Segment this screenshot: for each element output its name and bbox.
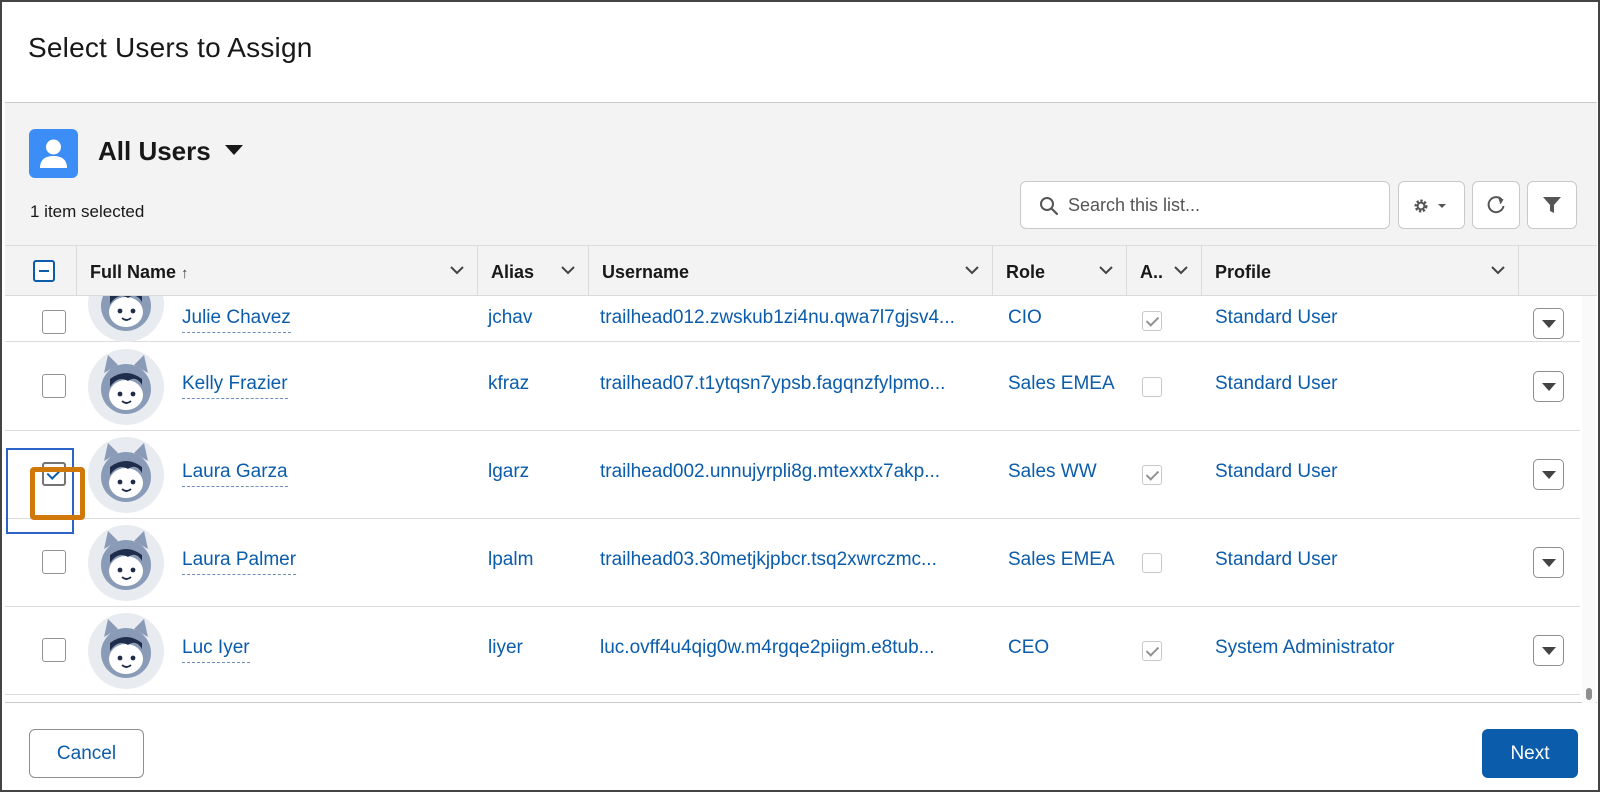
col-label-full-name: Full Name — [90, 262, 177, 282]
sort-ascending-icon: ↑ — [181, 265, 189, 282]
refresh-button[interactable] — [1472, 181, 1520, 229]
search-input[interactable] — [1068, 192, 1378, 218]
table-row[interactable]: Laura Garza lgarz trailhead002.unnujyrpl… — [5, 431, 1580, 519]
table-row[interactable]: Laura Palmer lpalm trailhead03.30metjkjp… — [5, 519, 1580, 607]
table-row[interactable]: Kelly Frazier kfraz trailhead07.t1ytqsn7… — [5, 343, 1580, 431]
col-label-alias: Alias — [491, 262, 535, 282]
user-username: luc.ovff4u4qig0w.m4rgqe2piigm.e8tub... — [600, 637, 935, 658]
cancel-button[interactable]: Cancel — [29, 729, 144, 778]
filter-icon — [1543, 197, 1561, 213]
checkbox-highlight-annotation — [30, 467, 85, 520]
active-checkbox — [1142, 311, 1162, 331]
col-header-username[interactable]: Username — [589, 246, 993, 296]
col-header-alias[interactable]: Alias — [478, 246, 589, 296]
list-view-caret-icon[interactable] — [225, 145, 243, 155]
user-profile: Standard User — [1215, 373, 1338, 394]
row-action-button[interactable] — [1533, 371, 1564, 402]
table-row[interactable]: Julie Chavez jchav trailhead012.zwskub1z… — [5, 296, 1580, 342]
refresh-icon — [1487, 196, 1505, 214]
select-users-modal: Select Users to Assign All Users 1 item … — [0, 0, 1600, 792]
column-header-row: Full Name ↑ Alias Username Role A.. Profi… — [5, 246, 1597, 296]
chevron-down-icon[interactable] — [449, 264, 465, 276]
user-role: Sales EMEA — [1008, 373, 1115, 394]
selected-count: 1 item selected — [30, 202, 145, 221]
user-profile: Standard User — [1215, 549, 1338, 570]
table-scrollbar[interactable] — [1582, 296, 1596, 703]
search-box[interactable] — [1020, 181, 1390, 229]
col-header-profile[interactable]: Profile — [1202, 246, 1519, 296]
select-all-checkbox[interactable] — [33, 260, 55, 282]
table-row[interactable]: Luc Iyer liyer luc.ovff4u4qig0w.m4rgqe2p… — [5, 607, 1580, 695]
user-username: trailhead002.unnujyrpli8g.mtexxtx7akp... — [600, 461, 941, 482]
avatar — [88, 296, 164, 342]
user-username: trailhead03.30metjkjpbcr.tsq2xwrczmc... — [600, 549, 937, 570]
avatar — [88, 613, 164, 689]
row-action-button[interactable] — [1533, 635, 1564, 666]
row-checkbox[interactable] — [42, 374, 66, 398]
list-view-name[interactable]: All Users — [98, 136, 211, 167]
user-name-link[interactable]: Kelly Frazier — [182, 373, 288, 399]
avatar — [88, 437, 164, 513]
chevron-down-icon[interactable] — [1173, 264, 1189, 276]
user-alias: liyer — [488, 637, 523, 658]
user-role: CEO — [1008, 637, 1050, 658]
col-header-role[interactable]: Role — [993, 246, 1127, 296]
active-checkbox — [1142, 553, 1162, 573]
list-settings-button[interactable] — [1398, 181, 1465, 229]
avatar — [88, 525, 164, 601]
user-profile: Standard User — [1215, 307, 1338, 328]
row-action-button[interactable] — [1533, 308, 1564, 339]
user-role: Sales WW — [1008, 461, 1097, 482]
col-label-role: Role — [1006, 262, 1046, 282]
user-alias: kfraz — [488, 373, 530, 394]
user-profile: System Administrator — [1215, 637, 1395, 658]
col-label-profile: Profile — [1215, 262, 1272, 282]
gear-icon — [1414, 199, 1446, 213]
user-name-link[interactable]: Laura Palmer — [182, 549, 297, 575]
col-header-active[interactable]: A.. — [1127, 246, 1202, 296]
user-alias: jchav — [488, 307, 533, 328]
select-all-header — [5, 246, 77, 296]
active-checkbox — [1142, 465, 1162, 485]
user-name-link[interactable]: Luc Iyer — [182, 637, 250, 663]
user-name-link[interactable]: Julie Chavez — [182, 307, 291, 333]
user-username: trailhead07.t1ytqsn7ypsb.fagqnzfylpmo... — [600, 373, 946, 394]
active-checkbox — [1142, 641, 1162, 661]
user-name-link[interactable]: Laura Garza — [182, 461, 288, 487]
user-username: trailhead012.zwskub1zi4nu.qwa7l7gjsv4... — [600, 307, 955, 328]
user-role: Sales EMEA — [1008, 549, 1115, 570]
chevron-down-icon[interactable] — [964, 264, 980, 276]
user-alias: lgarz — [488, 461, 530, 482]
row-action-button[interactable] — [1533, 459, 1564, 490]
list-view-header: All Users 1 item selected — [5, 103, 1597, 246]
scroll-thumb[interactable] — [1586, 688, 1592, 700]
col-label-username: Username — [602, 262, 690, 282]
col-header-full-name[interactable]: Full Name ↑ — [77, 246, 478, 296]
active-checkbox — [1142, 377, 1162, 397]
chevron-down-icon[interactable] — [560, 264, 576, 276]
avatar — [88, 349, 164, 425]
filter-button[interactable] — [1527, 181, 1577, 229]
row-checkbox[interactable] — [42, 638, 66, 662]
row-checkbox[interactable] — [42, 310, 66, 334]
col-label-active: A.. — [1140, 262, 1164, 282]
row-action-button[interactable] — [1533, 547, 1564, 578]
user-table-body: Julie Chavez jchav trailhead012.zwskub1z… — [5, 296, 1597, 703]
modal-title: Select Users to Assign — [28, 32, 313, 63]
chevron-down-icon[interactable] — [1490, 264, 1506, 276]
user-list-panel: All Users 1 item selected Search this li… — [5, 102, 1597, 703]
user-icon — [29, 129, 78, 178]
user-role: CIO — [1008, 307, 1042, 328]
row-checkbox[interactable] — [42, 550, 66, 574]
user-alias: lpalm — [488, 549, 534, 570]
next-button[interactable]: Next — [1482, 729, 1578, 778]
search-icon — [1040, 197, 1059, 216]
chevron-down-icon[interactable] — [1098, 264, 1114, 276]
user-profile: Standard User — [1215, 461, 1338, 482]
